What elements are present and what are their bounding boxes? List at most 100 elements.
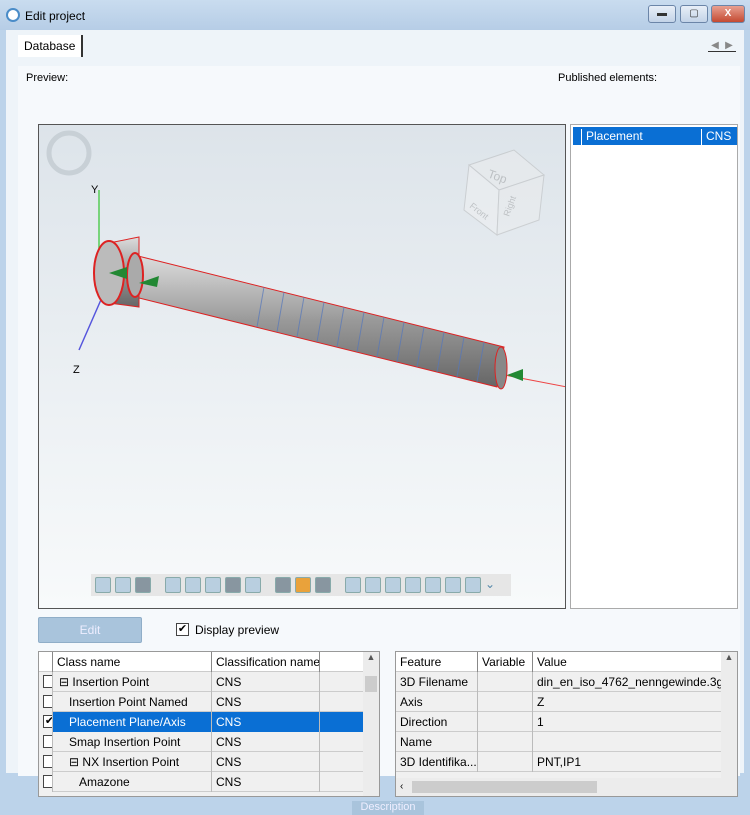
table-row[interactable]: Axis Z <box>396 692 723 712</box>
cylinder-icon[interactable] <box>95 577 111 593</box>
table-row[interactable]: 3D Filename din_en_iso_4762_nenngewinde.… <box>396 672 723 692</box>
view-bottom-icon[interactable] <box>445 577 461 593</box>
class-name-text: Smap Insertion Point <box>69 735 181 749</box>
published-name: Placement Plane/Axis <box>581 129 701 157</box>
class-name-text: Placement Plane/Axis <box>69 715 186 729</box>
published-class: CNS <box>701 129 731 145</box>
mesh-icon[interactable] <box>245 577 261 593</box>
feature-header[interactable]: Feature <box>396 652 478 672</box>
classification-cell: CNS <box>212 712 320 732</box>
feature-cell: 3D Filename <box>396 672 478 692</box>
value-cell[interactable]: PNT,IP1 <box>533 752 723 772</box>
table-row[interactable]: Direction 1 <box>396 712 723 732</box>
z-axis-label: Z <box>73 364 80 376</box>
feature-cell: Direction <box>396 712 478 732</box>
class-name-cell: Placement Plane/Axis <box>53 712 212 732</box>
feature-grid-hscrollbar[interactable]: ‹ <box>396 778 737 796</box>
section-icon[interactable] <box>275 577 291 593</box>
window-client: Database ◀ ▶ Preview: Published elements:… <box>6 30 744 815</box>
view-toolbar: ⌄ <box>91 574 511 596</box>
box-icon[interactable] <box>315 577 331 593</box>
bolt-tip <box>494 346 508 390</box>
axis-icon[interactable]: ⌄ <box>485 577 501 593</box>
y-axis-label: Y <box>91 184 99 196</box>
published-label: Published elements: <box>558 72 658 84</box>
feature-cell: Axis <box>396 692 478 712</box>
list-item[interactable]: Placement Plane/Axis CNS <box>573 127 737 157</box>
preview-viewport[interactable]: Top Front Right Y Z ⌄ <box>38 124 566 609</box>
view-top-icon[interactable] <box>425 577 441 593</box>
row-checkbox[interactable] <box>43 775 52 788</box>
view-back-icon[interactable] <box>365 577 381 593</box>
published-elements-list[interactable]: Placement Plane/Axis CNS <box>570 124 738 609</box>
feature-grid-scrollbar[interactable]: ▲ <box>721 652 737 780</box>
value-cell[interactable]: Z <box>533 692 723 712</box>
zoom-fit-icon[interactable] <box>185 577 201 593</box>
row-checkbox[interactable] <box>43 695 52 708</box>
class-grid-scrollbar[interactable]: ▲ <box>363 652 379 796</box>
classification-cell: CNS <box>212 672 320 692</box>
table-row[interactable]: Amazone CNS <box>39 772 365 792</box>
variable-cell <box>478 692 533 712</box>
view-right-icon[interactable] <box>405 577 421 593</box>
class-name-text: Insertion Point <box>72 675 150 689</box>
display-preview-label: Display preview <box>195 623 280 637</box>
row-checkbox[interactable] <box>43 735 52 748</box>
table-row[interactable]: ⊟ Insertion Point CNS <box>39 672 365 692</box>
table-row[interactable]: Insertion Point Named CNS <box>39 692 365 712</box>
shaded-icon[interactable] <box>135 577 151 593</box>
class-grid[interactable]: Class name Classification name ⊟ Inserti… <box>38 651 380 797</box>
row-checkbox[interactable] <box>43 755 52 768</box>
measure-icon[interactable] <box>225 577 241 593</box>
description-button[interactable]: Description <box>352 801 424 815</box>
classification-cell: CNS <box>212 772 320 792</box>
view-cube[interactable]: Top Front Right <box>463 149 546 236</box>
solid-icon[interactable] <box>115 577 131 593</box>
value-cell[interactable] <box>533 732 723 752</box>
value-cell[interactable]: din_en_iso_4762_nenngewinde.3gb <box>533 672 723 692</box>
table-row[interactable]: ✔ Placement Plane/Axis CNS <box>39 712 365 732</box>
tab-prev-button[interactable]: ◀ <box>708 40 722 52</box>
class-name-cell: ⊟ Insertion Point <box>53 672 212 692</box>
class-name-header[interactable]: Class name <box>53 652 212 672</box>
view-front-icon[interactable] <box>345 577 361 593</box>
view-left-icon[interactable] <box>385 577 401 593</box>
preview-label: Preview: <box>26 72 69 84</box>
rotate-icon[interactable] <box>205 577 221 593</box>
display-preview-checkbox[interactable]: ✔ <box>176 623 189 636</box>
table-row[interactable]: ⊟ NX Insertion Point CNS <box>39 752 365 772</box>
close-button[interactable]: X <box>711 5 745 23</box>
window-title: Edit project <box>25 9 86 23</box>
edit-button[interactable]: Edit <box>38 617 142 643</box>
variable-cell <box>478 672 533 692</box>
variable-header[interactable]: Variable <box>478 652 533 672</box>
title-bar: Edit project ▬ ▢ X <box>0 0 750 30</box>
variable-cell <box>478 712 533 732</box>
maximize-button[interactable]: ▢ <box>680 5 708 23</box>
classification-header[interactable]: Classification name <box>212 652 320 672</box>
zoom-icon[interactable] <box>165 577 181 593</box>
orbit-icon[interactable] <box>46 130 92 176</box>
variable-cell <box>478 752 533 772</box>
table-row[interactable]: 3D Identifika... PNT,IP1 <box>396 752 723 772</box>
row-checkbox[interactable] <box>43 675 52 688</box>
database-page: Preview: Published elements: Top Front R… <box>18 66 740 815</box>
tab-next-button[interactable]: ▶ <box>722 40 736 52</box>
class-name-cell: Amazone <box>53 772 212 792</box>
collapse-icon[interactable]: ⊟ <box>59 675 69 689</box>
bolt-model: Top Front Right Y Z <box>46 130 565 390</box>
bolt-shank <box>126 254 505 388</box>
view-iso-icon[interactable] <box>465 577 481 593</box>
tab-database[interactable]: Database <box>18 35 84 57</box>
feature-cell: 3D Identifika... <box>396 752 478 772</box>
texture-icon[interactable] <box>295 577 311 593</box>
feature-grid[interactable]: Feature Variable Value 3D Filename din_e… <box>395 651 738 797</box>
value-cell[interactable]: 1 <box>533 712 723 732</box>
table-row[interactable]: Name <box>396 732 723 752</box>
classification-cell: CNS <box>212 732 320 752</box>
collapse-icon[interactable]: ⊟ <box>69 755 79 769</box>
row-checkbox[interactable]: ✔ <box>43 715 52 728</box>
table-row[interactable]: Smap Insertion Point CNS <box>39 732 365 752</box>
value-header[interactable]: Value <box>533 652 723 672</box>
minimize-button[interactable]: ▬ <box>648 5 676 23</box>
